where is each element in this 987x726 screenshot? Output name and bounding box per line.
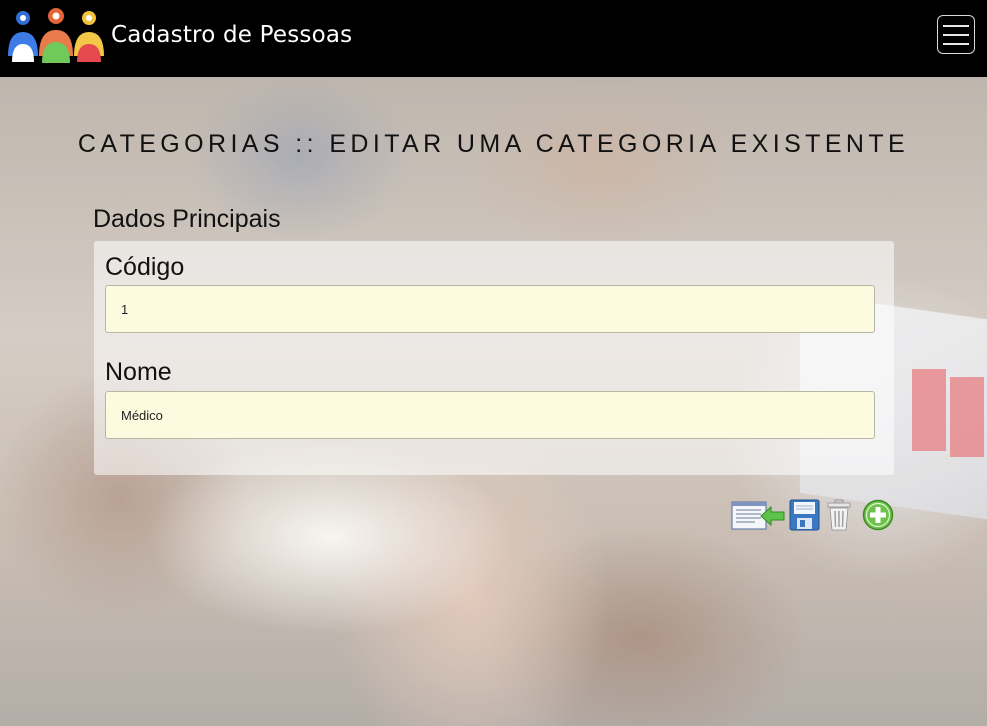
people-group-logo-icon: [6, 6, 106, 64]
save-disk-icon[interactable]: [789, 499, 820, 531]
brand-link[interactable]: Cadastro de Pessoas: [6, 6, 352, 64]
nome-input[interactable]: [105, 391, 875, 439]
page-title: CATEGORIAS :: EDITAR UMA CATEGORIA EXIST…: [77, 130, 910, 158]
form-panel: [94, 241, 894, 475]
nome-label: Nome: [105, 358, 172, 386]
codigo-input[interactable]: [105, 285, 875, 333]
brand-title: Cadastro de Pessoas: [111, 22, 353, 48]
back-to-list-icon[interactable]: [731, 499, 785, 531]
hamburger-menu-icon[interactable]: [937, 15, 975, 54]
codigo-label: Código: [105, 253, 185, 281]
add-plus-icon[interactable]: [862, 499, 894, 531]
trash-icon[interactable]: [826, 499, 852, 531]
section-title: Dados Principais: [93, 205, 281, 233]
navbar: Cadastro de Pessoas: [0, 0, 987, 77]
